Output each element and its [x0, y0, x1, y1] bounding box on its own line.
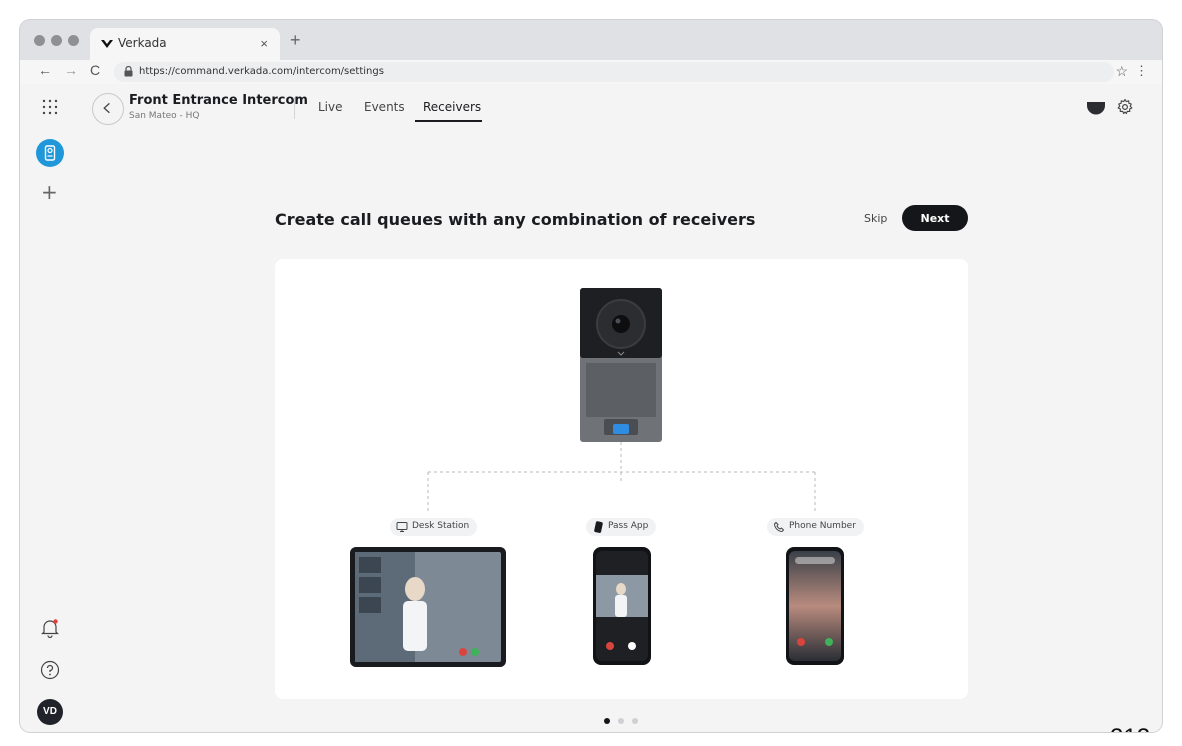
pass-app-text: Pass App	[608, 521, 649, 531]
verkada-logo-icon	[101, 40, 113, 48]
tab-receivers[interactable]: Receivers	[423, 100, 481, 114]
new-tab-button[interactable]: +	[290, 30, 301, 51]
active-tab-indicator	[415, 120, 482, 122]
lock-icon	[124, 66, 133, 77]
intercom-nav-icon[interactable]	[36, 139, 64, 167]
window-close-dot[interactable]	[34, 35, 45, 46]
pass-app-icon	[594, 521, 603, 533]
sidebar: + VD	[20, 84, 80, 732]
phone-number-label: Phone Number	[767, 518, 864, 536]
add-icon[interactable]: +	[41, 182, 58, 202]
address-bar: ← → C https://command.verkada.com/interc…	[20, 60, 1162, 84]
pagination-dot-2[interactable]	[618, 718, 624, 724]
tab-live[interactable]: Live	[318, 100, 343, 114]
receivers-illustration	[350, 288, 844, 667]
tab-strip: Verkada × +	[20, 20, 1162, 60]
intercom-device-image	[580, 288, 662, 442]
bookmark-star-icon[interactable]: ☆	[1115, 63, 1128, 80]
pass-app-label: Pass App	[586, 518, 657, 536]
wizard-heading: Create call queues with any combination …	[275, 210, 756, 229]
user-avatar[interactable]: VD	[37, 699, 63, 725]
page-title: Front Entrance Intercom	[129, 93, 308, 108]
tab-events[interactable]: Events	[364, 100, 405, 114]
window-minimize-dot[interactable]	[51, 35, 62, 46]
chevron-left-icon	[103, 102, 110, 114]
back-arrow-icon[interactable]: ←	[38, 62, 52, 78]
browser-tab[interactable]: Verkada ×	[90, 28, 280, 60]
help-icon[interactable]	[40, 660, 60, 680]
skip-button[interactable]: Skip	[864, 212, 887, 225]
phone-number-image	[786, 547, 844, 665]
pass-app-phone-image	[593, 547, 651, 665]
desk-station-text: Desk Station	[412, 521, 470, 531]
gear-icon[interactable]	[1116, 98, 1134, 116]
header-divider	[294, 97, 295, 119]
phone-icon	[773, 521, 785, 533]
app-content: + VD Front Entrance Intercom San Mateo -…	[20, 84, 1162, 732]
app-grid-icon[interactable]	[41, 98, 59, 116]
page-subtitle: San Mateo - HQ	[129, 111, 200, 121]
desk-station-label: Desk Station	[390, 518, 478, 536]
illustration-card: Desk Station Pass App Phone Number	[275, 259, 968, 699]
window-zoom-dot[interactable]	[68, 35, 79, 46]
next-button[interactable]: Next	[902, 205, 968, 231]
browser-window: Verkada × + ← → C https://command.verkad…	[20, 20, 1162, 732]
notification-bell-icon[interactable]	[41, 618, 59, 638]
desk-station-image	[350, 547, 506, 667]
page-number: 212	[1110, 724, 1150, 732]
url-text: https://command.verkada.com/intercom/set…	[139, 66, 384, 77]
reload-icon[interactable]: C	[90, 62, 100, 78]
dome-camera-icon[interactable]	[1086, 100, 1106, 116]
url-field[interactable]: https://command.verkada.com/intercom/set…	[114, 62, 1114, 82]
tab-title: Verkada	[118, 36, 167, 50]
forward-arrow-icon[interactable]: →	[64, 62, 78, 78]
pagination-dot-3[interactable]	[632, 718, 638, 724]
phone-number-text: Phone Number	[789, 521, 856, 531]
connector-lines	[427, 442, 816, 514]
tab-close-icon[interactable]: ×	[260, 36, 268, 51]
pagination-dot-1[interactable]	[604, 718, 610, 724]
browser-menu-icon[interactable]: ⋮	[1135, 63, 1148, 79]
back-button[interactable]	[92, 93, 124, 125]
desk-station-icon	[396, 522, 408, 532]
